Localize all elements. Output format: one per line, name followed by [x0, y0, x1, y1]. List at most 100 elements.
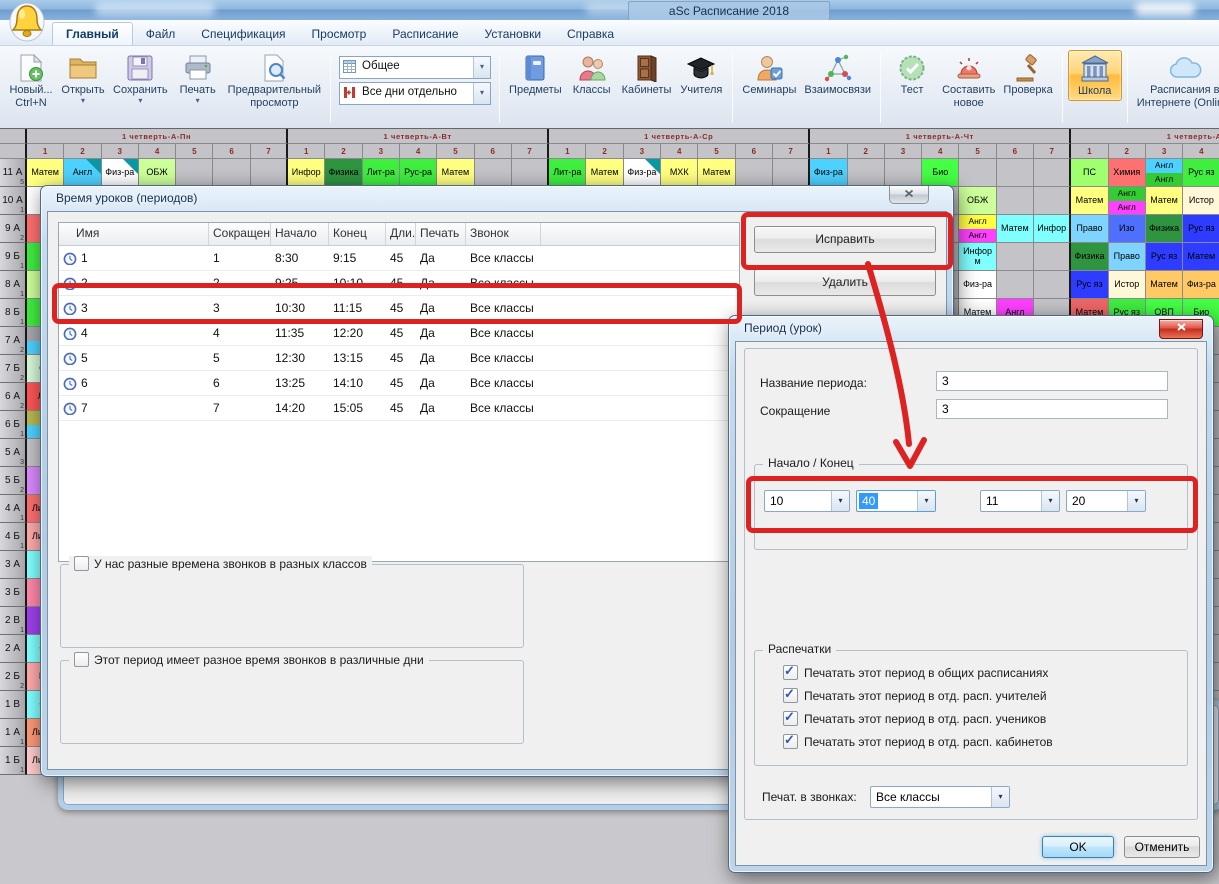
lesson-cell[interactable] [997, 159, 1034, 187]
class-label[interactable]: 7 А2 [0, 327, 27, 355]
period-row[interactable]: 229:2510:1045ДаВсе классы [59, 271, 739, 296]
class-label[interactable]: 8 Б1 [0, 299, 27, 327]
lesson-cell[interactable]: Инфор [288, 159, 325, 187]
lesson-cell[interactable] [773, 159, 810, 187]
class-label[interactable]: 3 Б [0, 579, 27, 607]
period-row[interactable]: 3310:3011:1545ДаВсе классы [59, 296, 739, 321]
lesson-cell[interactable]: Рус яз [1071, 271, 1108, 299]
column-header[interactable]: Сокращение [209, 223, 271, 245]
lesson-cell[interactable]: Физ-ра [1183, 271, 1219, 299]
lesson-cell[interactable]: Рус яз [1146, 243, 1183, 271]
chevron-down-icon[interactable]: ▾ [1041, 491, 1059, 511]
delete-button[interactable]: Удалить [754, 269, 936, 296]
column-header[interactable]: Печать [416, 223, 466, 245]
lesson-cell[interactable] [997, 243, 1034, 271]
lesson-cell[interactable]: Матем [1146, 187, 1183, 215]
period-row[interactable]: 118:309:1545ДаВсе классы [59, 246, 739, 271]
new-button[interactable]: Новый...Ctrl+N [5, 50, 57, 112]
lesson-cell[interactable] [885, 159, 922, 187]
lesson-cell[interactable]: Инфор [1034, 215, 1071, 243]
column-header[interactable]: Начало [271, 223, 329, 245]
lesson-cell[interactable]: Матем [997, 215, 1034, 243]
lesson-cell[interactable]: Лит-ра [363, 159, 400, 187]
seminars-button[interactable]: Семинары [738, 50, 800, 99]
lesson-cell[interactable]: Инфор м [959, 243, 996, 271]
lesson-cell[interactable]: Изо [1109, 215, 1146, 243]
print-option-checkbox[interactable] [783, 665, 798, 680]
lesson-cell[interactable]: Матем [1071, 187, 1108, 215]
lesson-cell[interactable]: Физ-ра [810, 159, 847, 187]
tab-Главный[interactable]: Главный [52, 22, 133, 45]
period-name-field[interactable]: 3 [936, 371, 1168, 391]
class-label[interactable]: 1 В [0, 691, 27, 719]
column-header[interactable]: Звонок [466, 223, 541, 245]
period-row[interactable]: 4411:3512:2045ДаВсе классы [59, 321, 739, 346]
online-button[interactable]: Расписания вИнтернете (Online) [1133, 50, 1219, 112]
rooms-button[interactable]: Кабинеты [618, 50, 676, 99]
different-bells-checkbox[interactable] [74, 556, 89, 571]
class-label[interactable]: 3 А [0, 551, 27, 579]
lesson-cell[interactable]: ОБЖ [959, 187, 996, 215]
lesson-cell[interactable]: Англ [64, 159, 101, 187]
lesson-cell[interactable]: Физика [1071, 243, 1108, 271]
lesson-cell[interactable] [1034, 159, 1071, 187]
school-button[interactable]: Школа [1068, 50, 1122, 101]
chevron-down-icon[interactable]: ▾ [917, 491, 935, 511]
chevron-down-icon[interactable]: ▾ [831, 491, 849, 511]
lesson-cell[interactable]: АнглАнгл [1109, 187, 1146, 215]
lesson-cell[interactable]: Физика [1146, 215, 1183, 243]
lesson-cell[interactable] [736, 159, 773, 187]
lesson-cell[interactable] [1034, 187, 1071, 215]
teachers-button[interactable]: Учителя [675, 50, 727, 99]
lesson-cell[interactable]: Физ-ра [102, 159, 139, 187]
lesson-cell[interactable] [251, 159, 288, 187]
start-hour-combo[interactable]: 10 ▾ [764, 490, 850, 512]
bells-combo[interactable]: Все классы ▾ [870, 786, 1010, 808]
links-button[interactable]: Взаимосвязи [800, 50, 875, 99]
lesson-cell[interactable]: Химия [1109, 159, 1146, 187]
chevron-down-icon[interactable]: ▾ [991, 787, 1009, 807]
days-mode-combo[interactable]: Все дни отдельно▾ [339, 82, 491, 105]
class-label[interactable]: 4 Б1 [0, 523, 27, 551]
lesson-cell[interactable]: МХК [661, 159, 698, 187]
lesson-cell[interactable]: Матем [698, 159, 735, 187]
print-button[interactable]: Печать▾ [172, 50, 224, 107]
classes-button[interactable]: Классы [566, 50, 618, 99]
verify-button[interactable]: Проверка [999, 50, 1056, 99]
tab-Спецификация[interactable]: Спецификация [188, 23, 298, 45]
lesson-cell[interactable]: ПС [1071, 159, 1108, 187]
cancel-button[interactable]: Отменить [1124, 836, 1200, 858]
lesson-cell[interactable]: Лит-ра [549, 159, 586, 187]
print-option-checkbox[interactable] [783, 711, 798, 726]
chevron-down-icon[interactable]: ▾ [473, 83, 490, 104]
lesson-cell[interactable]: Право [1109, 243, 1146, 271]
start-minute-combo[interactable]: 40 ▾ [856, 490, 936, 512]
column-header[interactable]: Конец [329, 223, 386, 245]
lesson-cell[interactable]: Истор [1183, 187, 1219, 215]
column-header[interactable]: Дли... [386, 223, 416, 245]
lesson-cell[interactable]: Био [922, 159, 959, 187]
lesson-cell[interactable]: Физ-ра [624, 159, 661, 187]
lesson-cell[interactable] [959, 159, 996, 187]
lesson-cell[interactable]: Физика [325, 159, 362, 187]
tab-Установки[interactable]: Установки [472, 23, 554, 45]
tab-Файл[interactable]: Файл [133, 23, 189, 45]
tab-Расписание[interactable]: Расписание [379, 23, 471, 45]
lesson-cell[interactable]: Рус яз [1183, 215, 1219, 243]
class-label[interactable]: 8 А1 [0, 271, 27, 299]
ok-button[interactable]: OK [1042, 836, 1114, 858]
print-option-checkbox[interactable] [783, 688, 798, 703]
class-label[interactable]: 11 А5 [0, 159, 27, 187]
preview-button[interactable]: Предварительныйпросмотр [224, 50, 325, 112]
lesson-cell[interactable]: Рус яз [1183, 159, 1219, 187]
lesson-cell[interactable] [512, 159, 549, 187]
lesson-cell[interactable]: ОБЖ [139, 159, 176, 187]
lesson-cell[interactable] [1034, 243, 1071, 271]
chevron-down-icon[interactable]: ▾ [1127, 491, 1145, 511]
close-icon[interactable] [889, 186, 929, 204]
period-row[interactable]: 7714:2015:0545ДаВсе классы [59, 396, 739, 421]
class-label[interactable]: 2 А [0, 635, 27, 663]
class-label[interactable]: 5 А3 [0, 439, 27, 467]
class-label[interactable]: 2 Б2 [0, 663, 27, 691]
lesson-cell[interactable]: Матем [586, 159, 623, 187]
